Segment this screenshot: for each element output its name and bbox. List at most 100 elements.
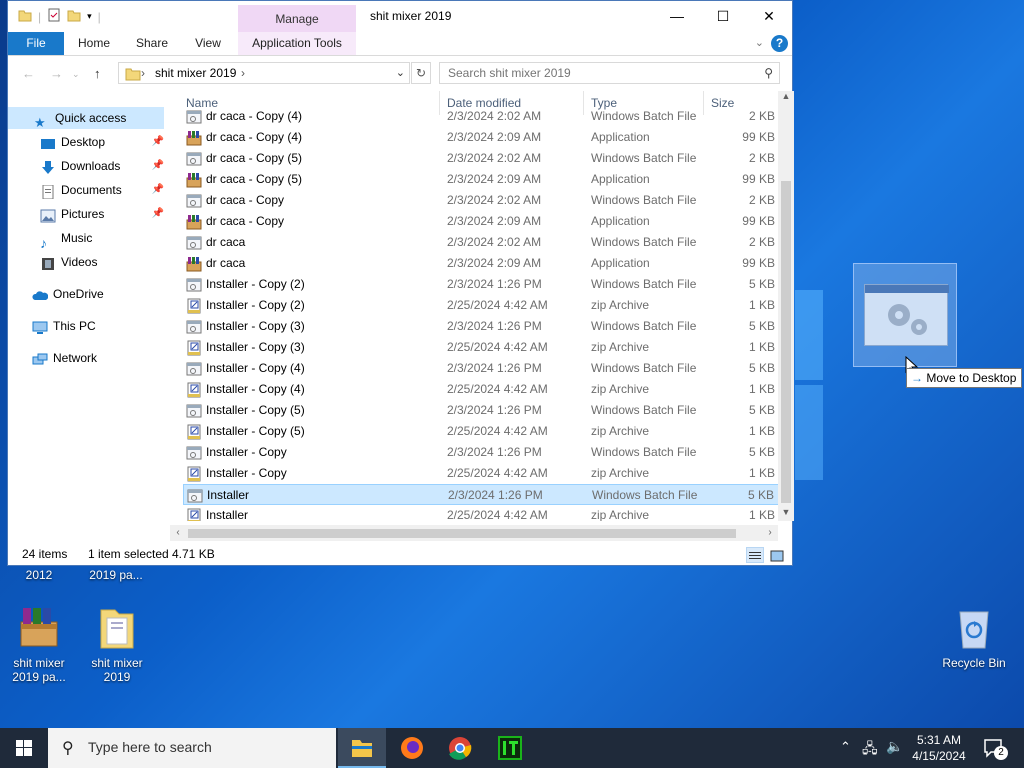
breadcrumb-chevron-icon[interactable]: › — [141, 66, 145, 80]
scroll-right-icon[interactable]: › — [762, 525, 778, 541]
up-arrow-icon[interactable]: ↑ — [94, 66, 101, 81]
file-row[interactable]: Installer - Copy (5) 2/25/2024 4:42 AM zip… — [183, 421, 783, 442]
properties-icon[interactable] — [47, 8, 61, 25]
file-row[interactable]: Installer - Copy (4) 2/3/2024 1:26 PM Wind… — [183, 358, 783, 379]
pin-icon[interactable]: 📌 — [152, 203, 164, 225]
breadcrumb-chevron-icon[interactable]: › — [241, 66, 245, 80]
chrome-icon[interactable] — [436, 728, 484, 768]
recent-locations-icon[interactable]: ⌄ — [72, 69, 80, 80]
file-row[interactable]: dr caca - Copy 2/3/2024 2:09 AM Applicatio… — [183, 211, 783, 232]
nav-this-pc[interactable]: This PC — [32, 315, 164, 337]
tab-share[interactable]: Share — [128, 32, 176, 55]
title-bar[interactable]: | ▾ | Manage shit mixer 2019 — ☐ ✕ — [8, 1, 792, 33]
scrollbar-thumb[interactable] — [188, 529, 736, 538]
volume-muted-icon[interactable]: 🔈 — [886, 738, 903, 755]
file-explorer-window[interactable]: | ▾ | Manage shit mixer 2019 — ☐ ✕ File … — [7, 0, 794, 566]
file-row[interactable]: Installer - Copy (3) 2/25/2024 4:42 AM zip… — [183, 337, 783, 358]
close-button[interactable]: ✕ — [746, 1, 792, 32]
file-explorer-taskbar-icon[interactable] — [338, 728, 386, 768]
file-row[interactable]: Installer - Copy (5) 2/3/2024 1:26 PM Wind… — [183, 400, 783, 421]
file-row[interactable]: dr caca 2/3/2024 2:09 AM Application 99 KB — [183, 253, 783, 274]
minimize-button[interactable]: — — [654, 1, 700, 32]
tab-home[interactable]: Home — [70, 32, 118, 55]
file-name-cell[interactable]: Installer - Copy (3) — [186, 316, 305, 337]
file-row[interactable]: Installer - Copy 2/3/2024 1:26 PM Windows … — [183, 442, 783, 463]
address-bar[interactable]: › shit mixer 2019 › ⌄ — [118, 62, 410, 84]
file-row[interactable]: dr caca - Copy (4) 2/3/2024 2:02 AM Window… — [183, 106, 783, 127]
search-box[interactable]: ⚲ — [439, 62, 780, 84]
desktop-icon-recycle-bin[interactable]: Recycle Bin — [936, 604, 1012, 670]
desktop-icon-winrar[interactable]: shit mixer 2019 pa... — [1, 604, 77, 684]
new-folder-icon[interactable] — [67, 8, 81, 25]
vertical-scrollbar[interactable]: ▲ ▼ — [778, 91, 794, 521]
file-row[interactable]: dr caca - Copy 2/3/2024 2:02 AM Windows Ba… — [183, 190, 783, 211]
file-name-cell[interactable]: Installer - Copy (5) — [186, 421, 305, 442]
expand-ribbon-icon[interactable]: ⌄ — [755, 36, 764, 49]
tab-application-tools[interactable]: Application Tools — [238, 32, 356, 55]
file-row[interactable]: dr caca 2/3/2024 2:02 AM Windows Batch Fil… — [183, 232, 783, 253]
address-dropdown-icon[interactable]: ⌄ — [396, 66, 405, 79]
desktop-icon-partial[interactable]: 2012 — [1, 568, 77, 582]
horizontal-scrollbar[interactable]: ‹ › — [170, 525, 778, 541]
pin-icon[interactable]: 📌 — [152, 131, 164, 153]
file-row[interactable]: Installer 2/25/2024 4:42 AM zip Archive 1 K… — [183, 505, 783, 521]
breadcrumb-path[interactable]: shit mixer 2019 — [155, 66, 236, 80]
folder-icon[interactable] — [18, 8, 32, 25]
customize-toolbar-icon[interactable]: ▾ — [87, 11, 92, 22]
search-input[interactable] — [440, 63, 740, 83]
taskbar-search[interactable]: ⚲ Type here to search — [48, 728, 336, 768]
scroll-left-icon[interactable]: ‹ — [170, 525, 186, 541]
forward-arrow-icon[interactable]: → — [50, 66, 63, 81]
nav-documents[interactable]: Documents 📌 — [40, 179, 164, 201]
file-name-cell[interactable]: Installer - Copy (2) — [186, 295, 305, 316]
file-name-cell[interactable]: dr caca - Copy — [186, 211, 284, 232]
file-name-cell[interactable]: Installer — [187, 485, 249, 506]
refresh-icon[interactable]: ↻ — [411, 62, 431, 84]
nav-quick-access[interactable]: ★ Quick access — [8, 107, 164, 130]
large-icons-view-icon[interactable] — [768, 547, 786, 563]
nav-onedrive[interactable]: OneDrive — [32, 283, 164, 305]
file-name-cell[interactable]: Installer - Copy (2) — [186, 274, 305, 295]
nav-music[interactable]: ♪ Music — [40, 227, 164, 251]
tab-view[interactable]: View — [184, 32, 232, 55]
file-name-cell[interactable]: dr caca — [186, 232, 245, 253]
desktop-icon-folder[interactable]: shit mixer 2019 — [79, 604, 155, 684]
file-name-cell[interactable]: Installer - Copy (4) — [186, 358, 305, 379]
file-row[interactable]: Installer - Copy (3) 2/3/2024 1:26 PM Wind… — [183, 316, 783, 337]
show-hidden-icons-icon[interactable]: ⌃ — [840, 739, 851, 755]
file-row[interactable]: dr caca - Copy (4) 2/3/2024 2:09 AM Applic… — [183, 127, 783, 148]
help-icon[interactable]: ? — [771, 35, 788, 52]
system-clock[interactable]: 5:31 AM 4/15/2024 — [905, 732, 973, 764]
scroll-up-icon[interactable]: ▲ — [778, 91, 794, 107]
file-row[interactable]: Installer 2/3/2024 1:26 PM Windows Batch F… — [183, 484, 783, 505]
action-center-icon[interactable]: 2 — [982, 736, 1008, 760]
file-row[interactable]: Installer - Copy 2/25/2024 4:42 AM zip Arc… — [183, 463, 783, 484]
nav-desktop[interactable]: Desktop 📌 — [40, 131, 164, 153]
file-row[interactable]: Installer - Copy (4) 2/25/2024 4:42 AM zip… — [183, 379, 783, 400]
nav-videos[interactable]: Videos — [40, 251, 164, 273]
file-name-cell[interactable]: dr caca - Copy (5) — [186, 169, 302, 190]
pin-icon[interactable]: 📌 — [152, 179, 164, 201]
back-arrow-icon[interactable]: ← — [22, 66, 35, 81]
kiwi-app-icon[interactable] — [486, 728, 534, 768]
file-name-cell[interactable]: dr caca - Copy (4) — [186, 127, 302, 148]
file-name-cell[interactable]: Installer — [186, 505, 248, 521]
nav-pictures[interactable]: Pictures 📌 — [40, 203, 164, 225]
file-name-cell[interactable]: dr caca - Copy (4) — [186, 106, 302, 127]
start-button[interactable] — [0, 728, 48, 768]
firefox-icon[interactable] — [388, 728, 436, 768]
file-name-cell[interactable]: Installer - Copy (4) — [186, 379, 305, 400]
file-row[interactable]: dr caca - Copy (5) 2/3/2024 2:02 AM Window… — [183, 148, 783, 169]
file-name-cell[interactable]: Installer - Copy (3) — [186, 337, 305, 358]
network-status-icon[interactable]: 🖧 — [862, 738, 878, 762]
desktop-icon-partial[interactable]: 2019 pa... — [78, 568, 154, 582]
file-name-cell[interactable]: dr caca - Copy — [186, 190, 284, 211]
context-tab-manage[interactable]: Manage — [238, 5, 356, 33]
file-name-cell[interactable]: Installer - Copy (5) — [186, 400, 305, 421]
file-list[interactable]: ⌃ Name Date modified Type Size dr caca -… — [183, 91, 793, 521]
tab-file[interactable]: File — [8, 32, 64, 55]
nav-network[interactable]: Network — [32, 347, 164, 369]
file-row[interactable]: Installer - Copy (2) 2/3/2024 1:26 PM Wind… — [183, 274, 783, 295]
file-row[interactable]: Installer - Copy (2) 2/25/2024 4:42 AM zip… — [183, 295, 783, 316]
details-view-icon[interactable] — [746, 547, 764, 563]
